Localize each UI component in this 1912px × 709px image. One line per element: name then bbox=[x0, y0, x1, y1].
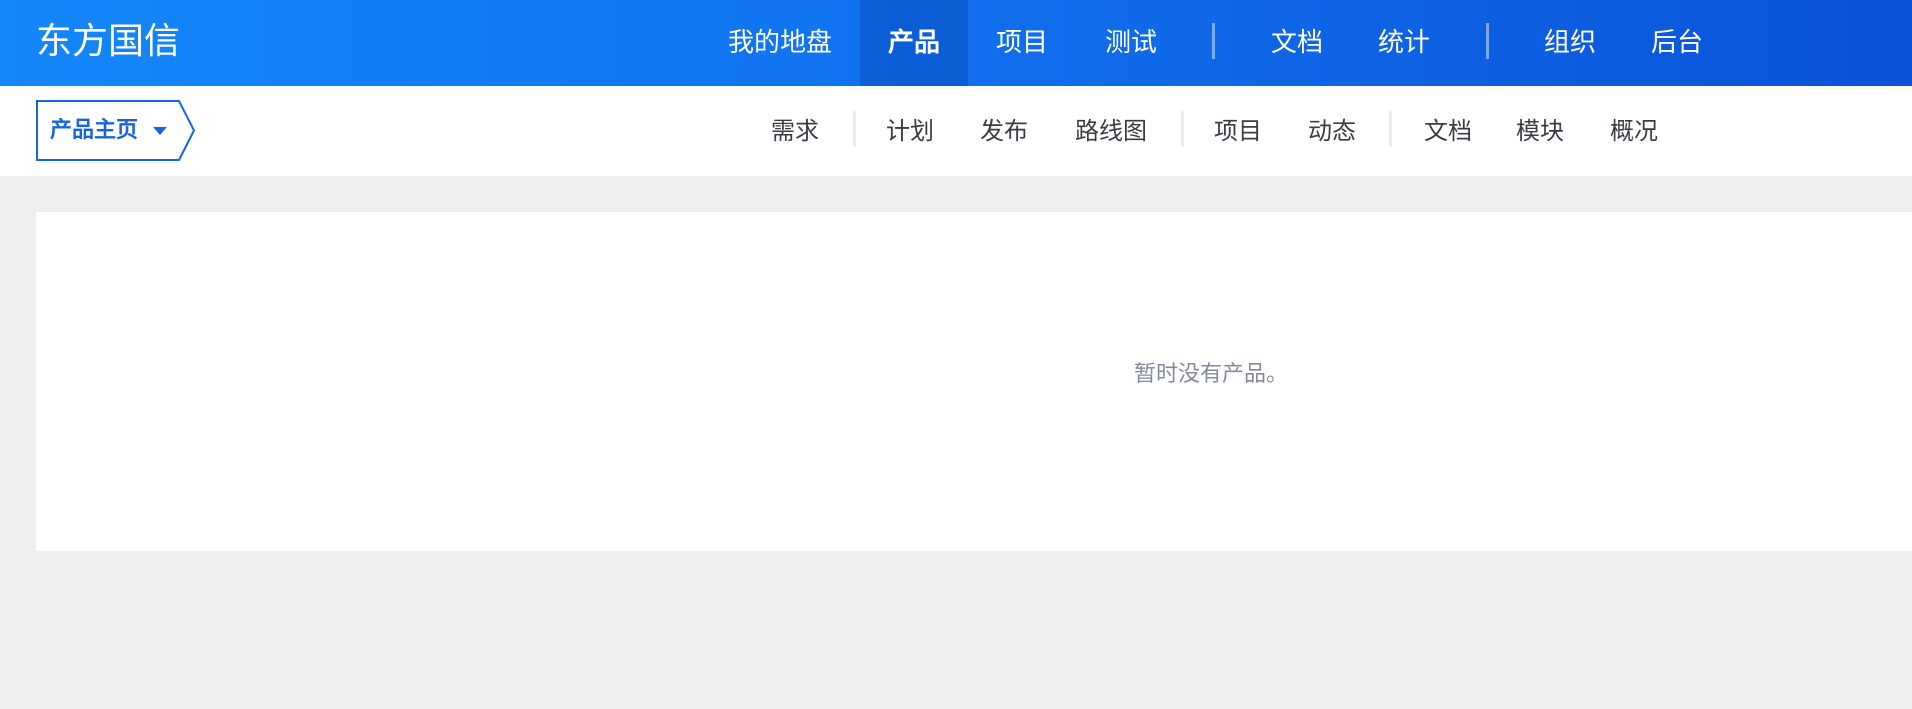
subnav-release[interactable]: 发布 bbox=[980, 86, 1028, 176]
product-home-dropdown[interactable]: 产品主页 bbox=[36, 100, 196, 161]
subnav-dynamic[interactable]: 动态 bbox=[1308, 86, 1356, 176]
nav-org[interactable]: 组织 bbox=[1544, 0, 1596, 86]
subnav-project[interactable]: 项目 bbox=[1214, 86, 1262, 176]
nav-my-dashboard[interactable]: 我的地盘 bbox=[728, 0, 832, 86]
sub-navigation: 产品主页 需求 计划 发布 路线图 项目 动态 文档 模块 概况 bbox=[0, 86, 1912, 176]
logo[interactable]: 东方国信 bbox=[36, 18, 180, 66]
subnav-plan[interactable]: 计划 bbox=[886, 86, 934, 176]
subnav-divider bbox=[1389, 111, 1392, 147]
nav-stats[interactable]: 统计 bbox=[1378, 0, 1430, 86]
subnav-story[interactable]: 需求 bbox=[771, 86, 819, 176]
nav-admin[interactable]: 后台 bbox=[1651, 0, 1703, 86]
nav-product[interactable]: 产品 bbox=[860, 0, 968, 86]
subnav-roadmap[interactable]: 路线图 bbox=[1075, 86, 1147, 176]
empty-message: 暂时没有产品。 bbox=[1133, 362, 1289, 387]
nav-divider bbox=[1486, 23, 1489, 59]
content-panel bbox=[36, 212, 1912, 551]
nav-doc[interactable]: 文档 bbox=[1271, 0, 1323, 86]
nav-test[interactable]: 测试 bbox=[1105, 0, 1157, 86]
product-home-label: 产品主页 bbox=[50, 118, 139, 143]
subnav-overview[interactable]: 概况 bbox=[1610, 86, 1658, 176]
top-header: 东方国信 我的地盘 产品 项目 测试 文档 统计 组织 后台 bbox=[0, 0, 1912, 86]
nav-divider bbox=[1212, 23, 1215, 59]
subnav-divider bbox=[853, 111, 856, 147]
subnav-module[interactable]: 模块 bbox=[1516, 86, 1564, 176]
nav-project[interactable]: 项目 bbox=[996, 0, 1048, 86]
caret-down-icon bbox=[153, 127, 167, 135]
subnav-doc[interactable]: 文档 bbox=[1424, 86, 1472, 176]
subnav-divider bbox=[1181, 111, 1184, 147]
